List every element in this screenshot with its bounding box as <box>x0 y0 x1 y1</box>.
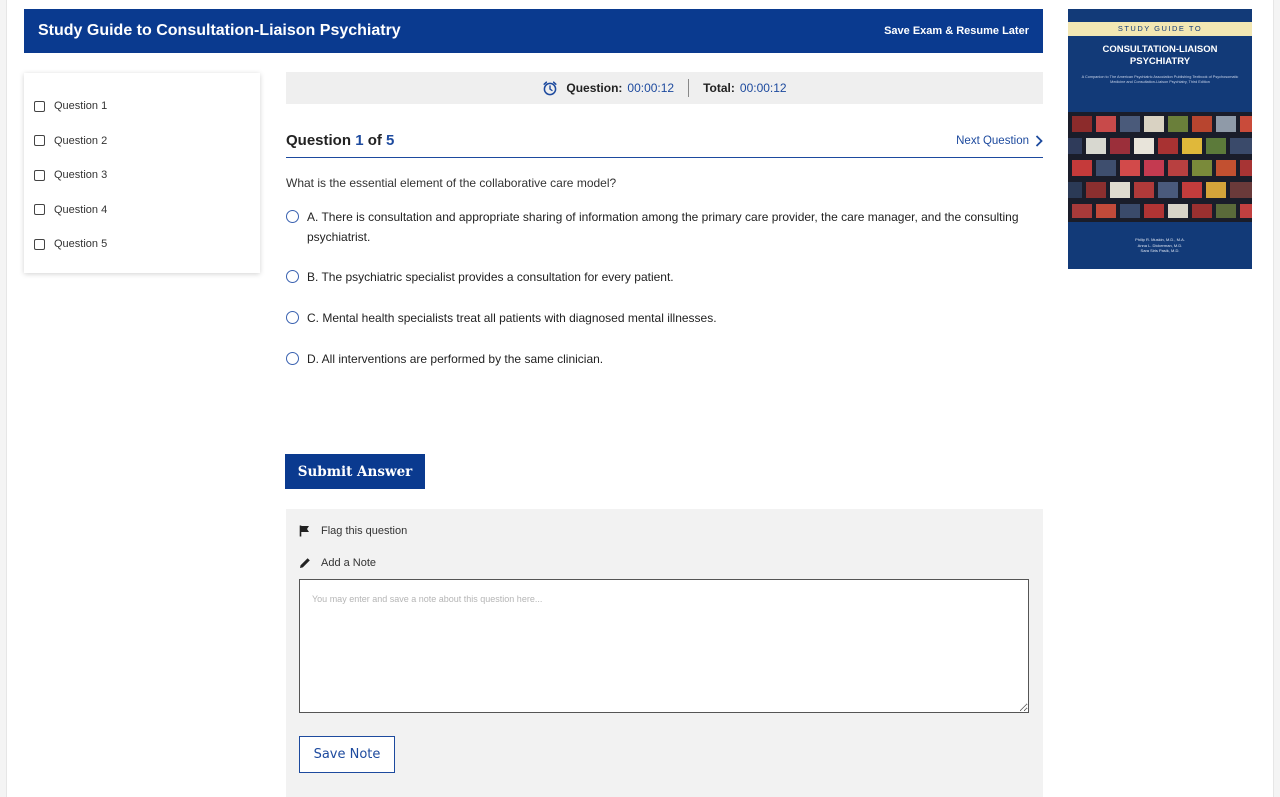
flag-question-label: Flag this question <box>321 525 408 537</box>
question-nav-label: Question 5 <box>54 238 108 251</box>
book-cover-image: STUDY GUIDE TO CONSULTATION-LIAISON PSYC… <box>1068 9 1252 269</box>
question-nav-label: Question 4 <box>54 203 108 216</box>
answer-option-text: D. All interventions are performed by th… <box>307 352 604 366</box>
save-resume-later-link[interactable]: Save Exam & Resume Later <box>884 25 1029 37</box>
question-total-number: 5 <box>386 132 395 149</box>
window-frame-right <box>1273 0 1280 797</box>
question-nav-item-1[interactable]: Question 1 <box>24 89 260 124</box>
question-nav-label: Question 3 <box>54 169 108 182</box>
next-question-link[interactable]: Next Question <box>956 135 1043 147</box>
exam-title: Study Guide to Consultation-Liaison Psyc… <box>38 22 401 39</box>
cover-authors: Philip R. Muskin, M.D., M.A. Anna L. Dic… <box>1080 237 1240 254</box>
add-note-label-row: Add a Note <box>299 557 376 569</box>
answer-option-d[interactable]: D. All interventions are performed by th… <box>286 349 1046 369</box>
question-nav-item-3[interactable]: Question 3 <box>24 158 260 193</box>
checkbox-icon[interactable] <box>34 100 45 112</box>
save-note-button[interactable]: Save Note <box>299 736 395 773</box>
cover-title-line-1: CONSULTATION-LIAISON <box>1102 44 1218 55</box>
submit-answer-button[interactable]: Submit Answer <box>285 454 425 489</box>
checkbox-icon[interactable] <box>34 238 45 250</box>
alarm-clock-icon <box>543 81 557 96</box>
note-textarea[interactable] <box>299 579 1029 713</box>
flag-icon <box>299 525 309 537</box>
answer-option-text: B. The psychiatric specialist provides a… <box>307 270 674 284</box>
question-nav-label: Question 1 <box>54 100 108 113</box>
question-navigator: Question 1 Question 2 Question 3 Questio… <box>24 73 260 273</box>
cover-title-line-2: PSYCHIATRY <box>1129 56 1191 67</box>
question-counter: Question 1 of 5 <box>286 132 394 149</box>
radio-icon[interactable] <box>286 210 299 223</box>
cover-top-label: STUDY GUIDE TO <box>1068 22 1252 36</box>
question-nav-item-5[interactable]: Question 5 <box>24 227 260 262</box>
question-header: Question 1 of 5 Next Question <box>286 124 1043 158</box>
cover-artwork <box>1068 112 1252 222</box>
radio-icon[interactable] <box>286 311 299 324</box>
radio-icon[interactable] <box>286 352 299 365</box>
timer-bar: Question: 00:00:12 Total: 00:00:12 <box>286 72 1043 104</box>
answer-option-c[interactable]: C. Mental health specialists treat all p… <box>286 308 1046 328</box>
answer-option-a[interactable]: A. There is consultation and appropriate… <box>286 207 1046 247</box>
flag-question-toggle[interactable]: Flag this question <box>299 525 407 537</box>
checkbox-icon[interactable] <box>34 169 45 181</box>
question-nav-item-4[interactable]: Question 4 <box>24 193 260 228</box>
total-timer-value: 00:00:12 <box>739 81 787 95</box>
timer-divider <box>688 79 690 97</box>
question-current-number: 1 <box>355 132 364 149</box>
question-stem: What is the essential element of the col… <box>286 176 617 190</box>
answer-option-text: A. There is consultation and appropriate… <box>307 210 1019 244</box>
question-timer-label: Question: <box>566 81 623 95</box>
cover-title: CONSULTATION-LIAISON PSYCHIATRY <box>1076 44 1244 68</box>
exam-header: Study Guide to Consultation-Liaison Psyc… <box>24 9 1043 53</box>
answer-option-text: C. Mental health specialists treat all p… <box>307 311 717 325</box>
next-question-label: Next Question <box>956 134 1029 147</box>
window-frame-left <box>0 0 7 797</box>
add-note-label: Add a Note <box>321 557 377 569</box>
chevron-right-icon <box>1035 134 1043 147</box>
checkbox-icon[interactable] <box>34 135 45 147</box>
cover-subtitle: A Companion to The American Psychiatric … <box>1081 75 1239 85</box>
radio-icon[interactable] <box>286 270 299 283</box>
answer-option-b[interactable]: B. The psychiatric specialist provides a… <box>286 267 1046 287</box>
checkbox-icon[interactable] <box>34 204 45 216</box>
question-timer-value: 00:00:12 <box>627 81 675 95</box>
total-timer-label: Total: <box>703 81 735 95</box>
notes-panel: Flag this question Add a Note Save Note <box>286 509 1043 797</box>
pencil-icon <box>300 558 310 568</box>
question-counter-prefix: Question <box>286 132 352 149</box>
cover-author-3: Sara Siris Pasik, M.D. <box>1140 248 1180 253</box>
question-nav-label: Question 2 <box>54 134 108 147</box>
question-nav-item-2[interactable]: Question 2 <box>24 124 260 159</box>
question-counter-of: of <box>367 132 382 149</box>
